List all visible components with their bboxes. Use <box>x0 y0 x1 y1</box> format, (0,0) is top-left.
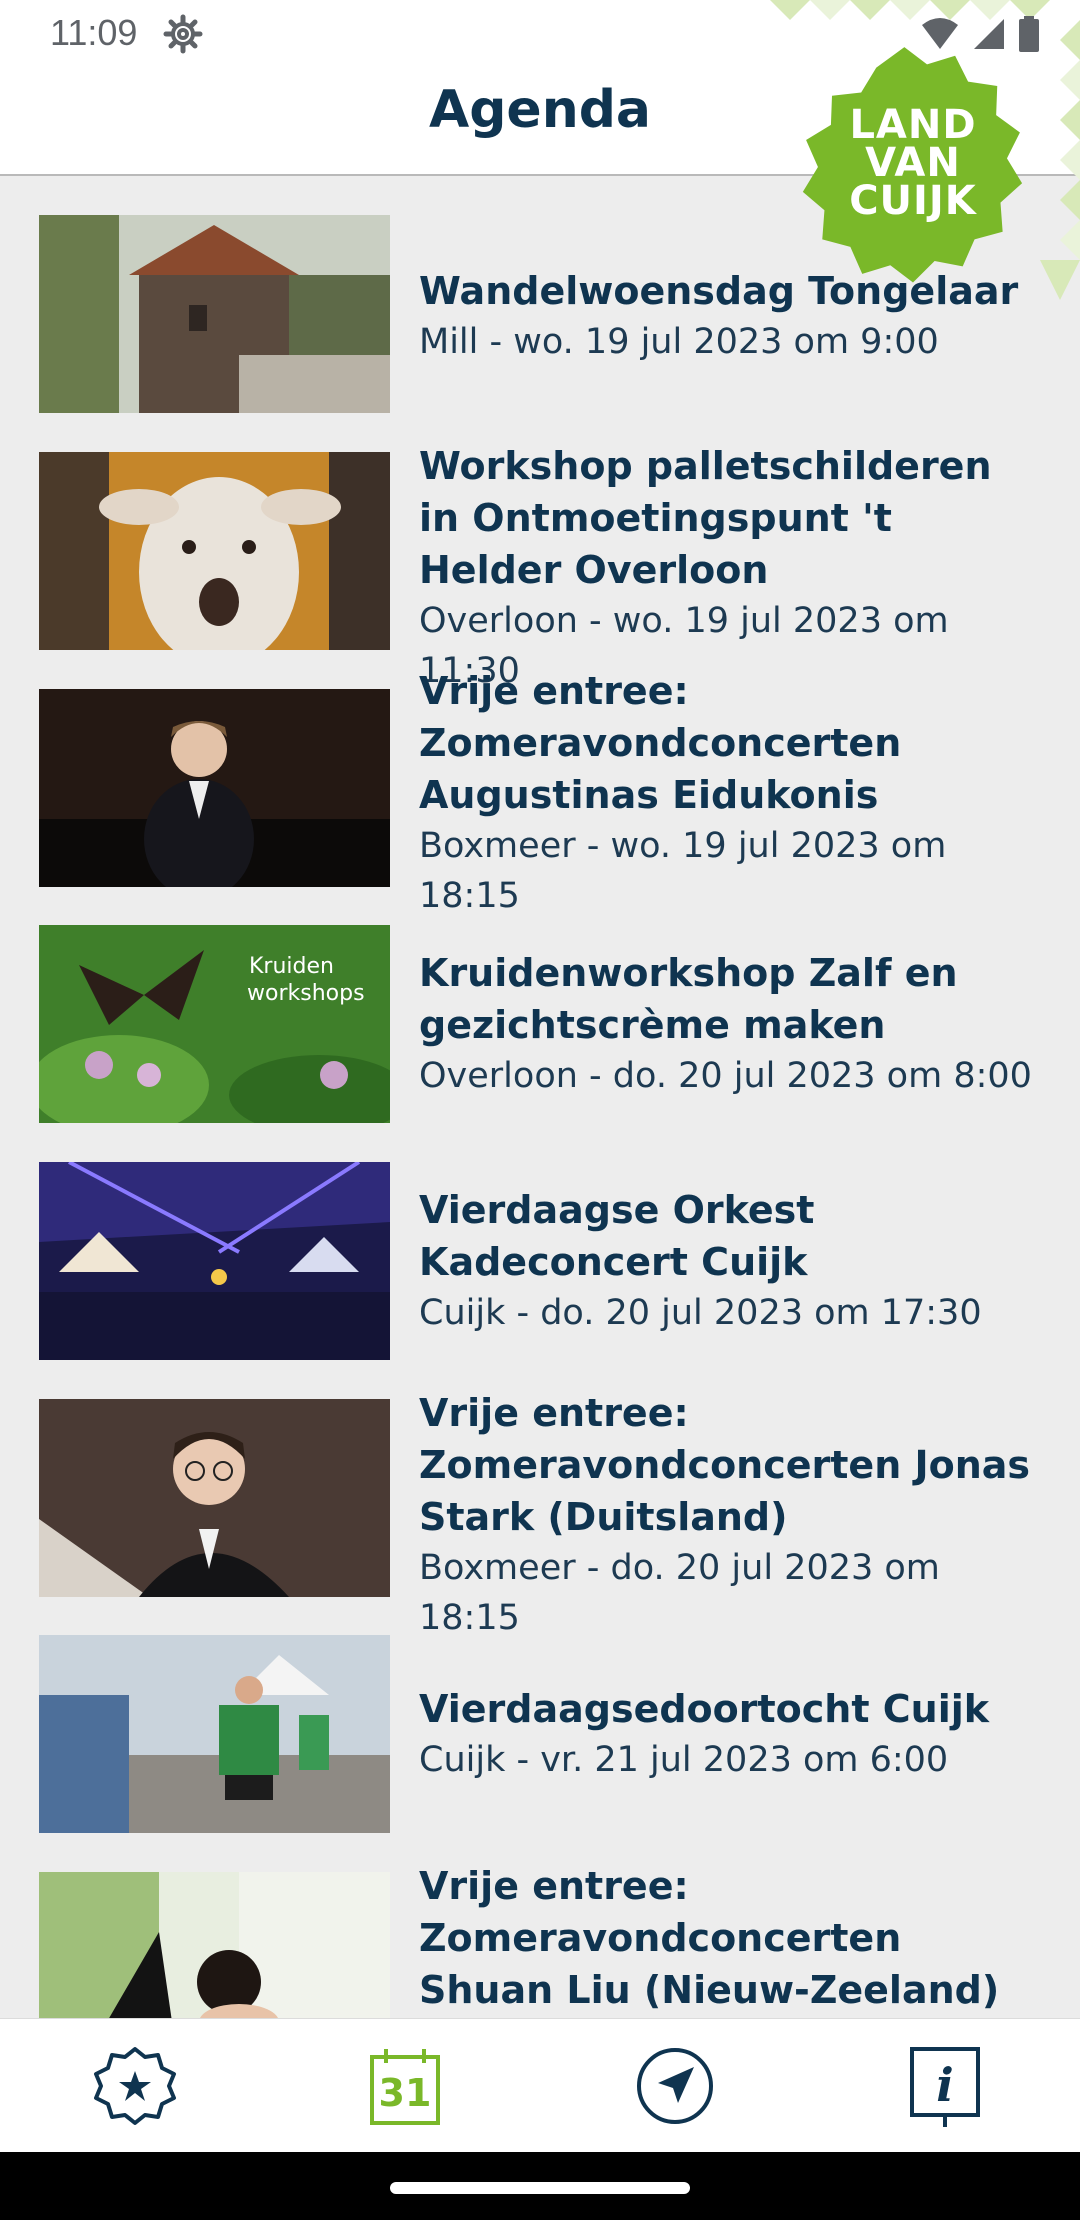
event-title: Vrije entree: Zomeravondconcerten August… <box>419 669 902 817</box>
event-thumbnail <box>39 689 390 887</box>
event-title: Vrije entree: Zomeravondconcerten Shuan … <box>419 1864 1000 2012</box>
wifi-icon <box>922 18 958 49</box>
home-gesture-handle[interactable] <box>390 2182 690 2194</box>
logo-line-2: VAN <box>865 140 961 186</box>
event-thumbnail <box>39 1635 390 1833</box>
svg-text:i: i <box>936 2058 953 2112</box>
agenda-tab[interactable]: 31 <box>360 2041 450 2131</box>
event-thumbnail <box>39 452 390 650</box>
signal-icon <box>974 19 1004 49</box>
navigation-arrow-icon <box>637 2048 713 2124</box>
thumb-caption: Kruiden <box>249 954 334 979</box>
battery-icon <box>1019 16 1039 52</box>
event-item[interactable]: Vierdaagsedoortocht Cuijk Cuijk - vr. 21… <box>0 1635 1080 1871</box>
event-title: Vierdaagsedoortocht Cuijk <box>419 1687 990 1731</box>
settings-gear-icon <box>163 14 203 54</box>
event-item[interactable]: Vrije entree: Zomeravondconcerten Shuan … <box>0 1864 1080 2018</box>
navigation-tab[interactable] <box>630 2041 720 2131</box>
event-meta: Mill - wo. 19 jul 2023 om 9:00 <box>419 322 939 362</box>
event-title: Vierdaagse Orkest Kadeconcert Cuijk <box>419 1188 815 1284</box>
land-van-cuijk-logo: LAND VAN CUIJK <box>786 40 1040 294</box>
walkers-image <box>39 1635 390 1833</box>
tower-image <box>39 215 390 413</box>
favorites-tab[interactable] <box>90 2041 180 2131</box>
logo-line-1: LAND <box>849 102 977 148</box>
event-meta: Cuijk - do. 20 jul 2023 om 17:30 <box>419 1293 982 1333</box>
event-item[interactable]: Vrije entree: Zomeravondconcerten August… <box>0 669 1080 925</box>
piano-girl-image <box>39 1872 390 2018</box>
event-title: Vrije entree: Zomeravondconcerten Jonas … <box>419 1391 1031 1539</box>
event-thumbnail <box>39 1399 390 1597</box>
status-time: 11:09 <box>50 12 138 53</box>
pianist-image <box>39 689 390 887</box>
system-gesture-bar <box>0 2152 1080 2220</box>
event-item[interactable]: Workshop palletschilderen in Ontmoetings… <box>0 444 1080 691</box>
event-meta: Boxmeer - do. 20 jul 2023 om 18:15 <box>419 1548 940 1638</box>
info-icon: i <box>910 2047 980 2127</box>
event-meta: Overloon - do. 20 jul 2023 om 8:00 <box>419 1056 1032 1096</box>
event-meta: Boxmeer - wo. 19 jul 2023 om 18:15 <box>419 826 947 916</box>
lamb-image <box>39 452 390 650</box>
event-thumbnail <box>39 1162 390 1360</box>
event-title: Workshop palletschilderen in Ontmoetings… <box>419 444 992 592</box>
event-meta: Cuijk - vr. 21 jul 2023 om 6:00 <box>419 1740 949 1780</box>
event-list[interactable]: Wandelwoensdag Tongelaar Mill - wo. 19 j… <box>0 178 1080 2018</box>
status-icons <box>920 16 1040 52</box>
star-badge-icon <box>94 2047 176 2125</box>
info-tab[interactable]: i <box>900 2041 990 2131</box>
event-item[interactable]: Vierdaagse Orkest Kadeconcert Cuijk Cuij… <box>0 1162 1080 1398</box>
event-title: Kruidenworkshop Zalf en gezichtscrème ma… <box>419 951 958 1047</box>
logo-line-3: CUIJK <box>849 178 977 224</box>
event-item[interactable]: Vrije entree: Zomeravondconcerten Jonas … <box>0 1391 1080 1638</box>
event-thumbnail <box>39 215 390 413</box>
event-item[interactable]: Kruiden workshops Kruidenworkshop Zalf e… <box>0 925 1080 1161</box>
event-thumbnail: Kruiden workshops <box>39 925 390 1123</box>
event-thumbnail <box>39 1872 390 2018</box>
calendar-day-label: 31 <box>378 2071 432 2115</box>
svg-text:workshops: workshops <box>247 981 365 1006</box>
concert-image <box>39 1162 390 1360</box>
portrait-image <box>39 1399 390 1597</box>
bottom-navigation: 31 i <box>0 2018 1080 2152</box>
butterfly-image: Kruiden workshops <box>39 925 390 1123</box>
